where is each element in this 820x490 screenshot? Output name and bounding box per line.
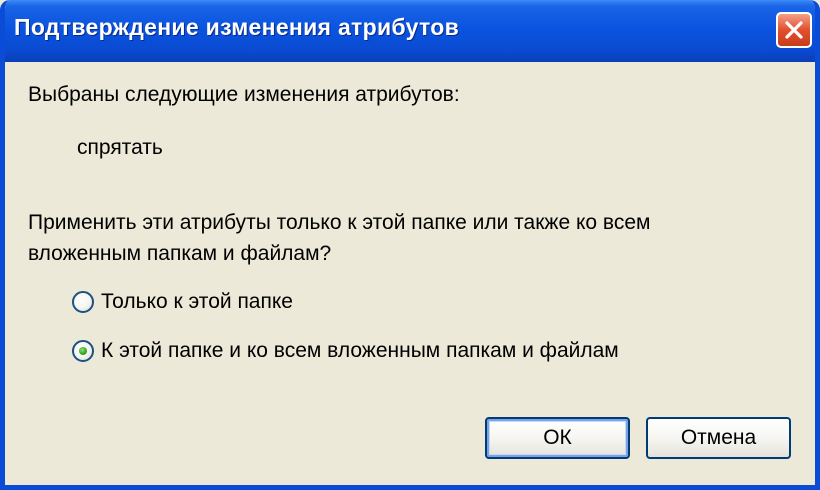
- close-button[interactable]: [776, 12, 812, 48]
- cancel-button[interactable]: Отмена: [646, 417, 791, 459]
- radio-option-all-subfolders[interactable]: К этой папке и ко всем вложенным папкам …: [72, 339, 619, 363]
- ok-button[interactable]: ОК: [485, 417, 630, 459]
- radio-button-selected[interactable]: [72, 340, 94, 362]
- question-text-line-1: Применить эти атрибуты только к этой пап…: [28, 211, 651, 234]
- attribute-change-item: спрятать: [77, 136, 163, 159]
- selected-changes-label: Выбраны следующие изменения атрибутов:: [28, 83, 460, 106]
- radio-label-all-subfolders: К этой папке и ко всем вложенным папкам …: [101, 339, 619, 362]
- close-icon: [785, 21, 803, 39]
- dialog-content: Выбраны следующие изменения атрибутов: с…: [5, 62, 815, 485]
- radio-label-this-folder: Только к этой папке: [101, 290, 293, 313]
- question-text-line-2: вложенным папкам и файлам?: [28, 242, 332, 265]
- radio-selected-dot: [79, 347, 87, 355]
- dialog-window: Подтверждение изменения атрибутов Выбран…: [0, 0, 820, 490]
- window-title: Подтверждение изменения атрибутов: [14, 14, 460, 40]
- radio-button-unselected[interactable]: [72, 291, 94, 313]
- radio-option-this-folder[interactable]: Только к этой папке: [72, 290, 293, 314]
- title-bar[interactable]: Подтверждение изменения атрибутов: [5, 0, 815, 62]
